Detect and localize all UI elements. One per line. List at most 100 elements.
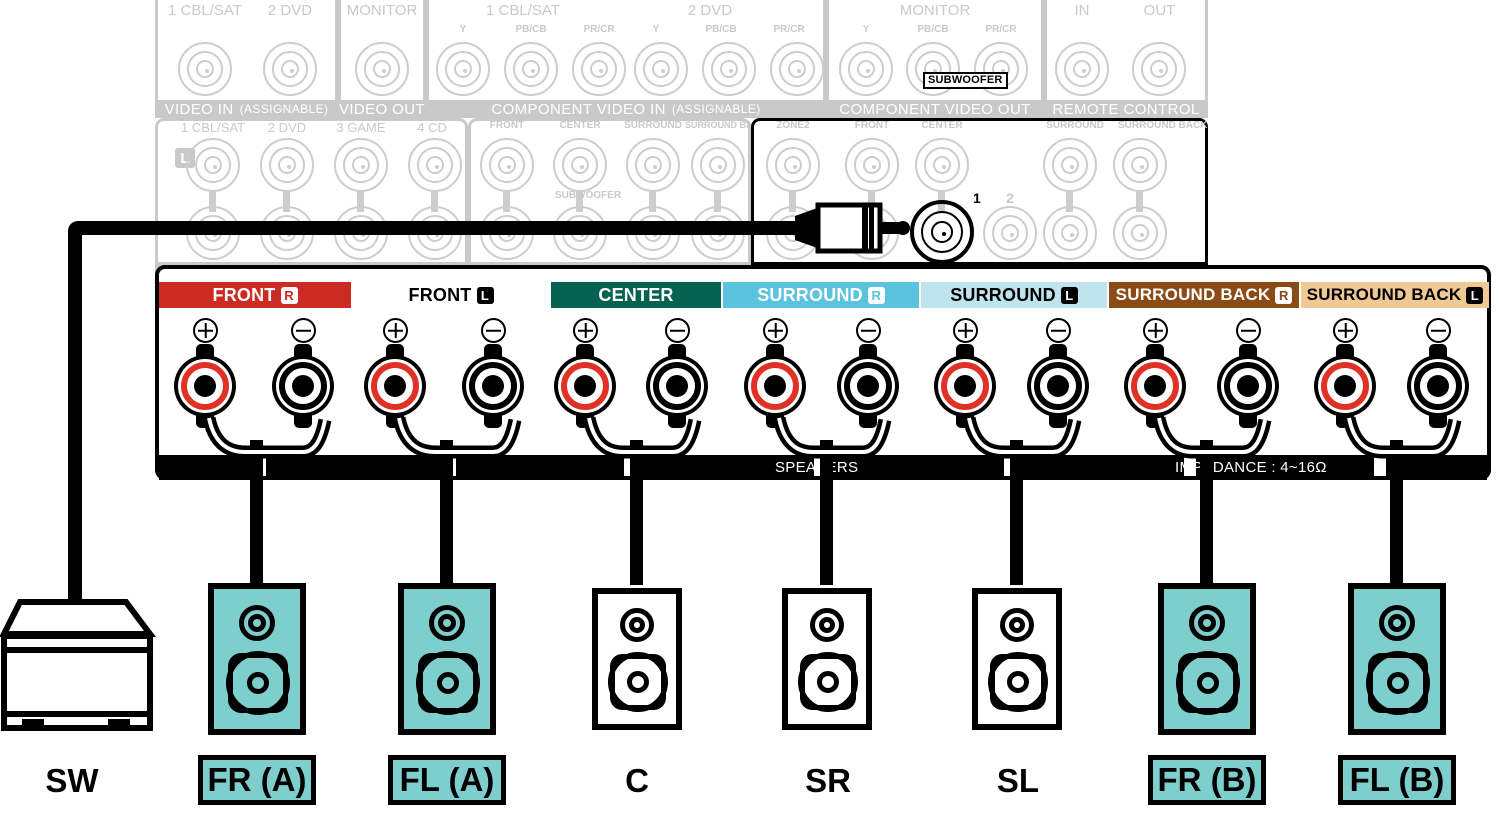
binding-post-center-plus[interactable]	[554, 344, 616, 428]
speakers-bar-label: SPEAKERS	[775, 459, 859, 476]
speaker-fl-a-woofer-dustcap	[437, 672, 459, 694]
terminal-label-front-l: FRONT L	[355, 282, 547, 308]
speaker-c-tweeter-dome	[629, 617, 645, 633]
speaker-sl-tweeter-dome	[1009, 617, 1025, 633]
pre-out-subwoofer-1-jack[interactable]	[910, 200, 974, 264]
pre-out-surround-back-jack-top[interactable]	[1113, 138, 1167, 192]
terminal-name-front-l: FRONT	[408, 284, 472, 305]
ch71-center-jack-top[interactable]	[553, 138, 607, 192]
ch71-surround-label: SURROUND	[624, 120, 682, 131]
binding-post-front-r-plus[interactable]	[174, 344, 236, 428]
terminal-badge-surround-back-l: L	[1466, 286, 1484, 304]
binding-post-surround-back-r-plus[interactable]	[1124, 344, 1186, 428]
speaker-fr-a-tweeter-dome	[248, 614, 266, 632]
pre-out-center-jack[interactable]	[915, 138, 969, 192]
binding-post-surround-r-minus[interactable]	[837, 344, 899, 428]
binding-post-surround-l-plus[interactable]	[934, 344, 996, 428]
ch71-surround-back-jack-top[interactable]	[691, 138, 745, 192]
remote-band-label: REMOTE CONTROL	[1052, 100, 1200, 118]
terminal-badge-surround-back-r: R	[1275, 286, 1293, 304]
polarity-plus-surround-r	[763, 318, 788, 343]
ch71-front-jack-top[interactable]	[480, 138, 534, 192]
pre-out-front-jack-bot[interactable]	[845, 206, 899, 260]
audio-in-jack-4-l[interactable]	[408, 138, 462, 192]
pre-out-surround-jack-top[interactable]	[1043, 138, 1097, 192]
polarity-minus-surround-back-l	[1426, 318, 1451, 343]
pre-out-front-label: FRONT	[854, 120, 890, 131]
component-video-in-band: COMPONENT VIDEO IN (ASSIGNABLE)	[426, 100, 826, 118]
speaker-caption-sw: SW	[45, 762, 99, 799]
cvi-1-y-jack[interactable]	[436, 42, 490, 96]
speaker-fr-b-woofer-dustcap	[1197, 672, 1219, 694]
video-out-monitor-jack[interactable]	[355, 42, 409, 96]
remote-out-label: OUT	[1143, 2, 1176, 19]
speaker-c-woofer-dustcap	[627, 671, 649, 693]
video-out-band-label: VIDEO OUT	[338, 100, 426, 118]
binding-post-center-minus[interactable]	[646, 344, 708, 428]
terminal-name-center: CENTER	[598, 284, 674, 305]
pre-out-front-jack-top[interactable]	[845, 138, 899, 192]
terminal-badge-front-r: R	[280, 286, 298, 304]
cvi-2-pr-jack[interactable]	[770, 42, 824, 96]
terminal-badge-surround-l: L	[1060, 286, 1078, 304]
cvi-band-label: COMPONENT VIDEO IN	[491, 100, 666, 118]
cvo-y-label: Y	[862, 24, 870, 35]
pre-out-subwoofer-num-1: 1	[973, 190, 981, 206]
speaker-fl-a[interactable]	[398, 583, 496, 735]
pre-out-surround-jack-bot[interactable]	[1043, 206, 1097, 260]
ch71-subwoofer-label: SUBWOOFER	[554, 190, 622, 201]
binding-post-front-l-plus[interactable]	[364, 344, 426, 428]
audio-in-jack-2-l[interactable]	[260, 138, 314, 192]
speaker-fl-b-tweeter-dome	[1388, 614, 1406, 632]
video-in-jack-2[interactable]	[263, 42, 317, 96]
video-out-jack-label: MONITOR	[346, 2, 418, 19]
terminal-badge-surround-r: R	[867, 286, 885, 304]
binding-post-front-l-minus[interactable]	[462, 344, 524, 428]
binding-post-surround-back-l-plus[interactable]	[1314, 344, 1376, 428]
video-in-band-label: VIDEO IN	[164, 100, 234, 118]
audio-in-jack-2-label: 2 DVD	[267, 120, 307, 135]
speaker-c[interactable]	[592, 588, 682, 730]
speaker-fl-b[interactable]	[1348, 583, 1446, 735]
speaker-fr-a[interactable]	[208, 583, 306, 735]
pre-out-zone2-jack-top[interactable]	[766, 138, 820, 192]
polarity-plus-surround-back-l	[1333, 318, 1358, 343]
terminal-label-surround-l: SURROUND L	[921, 282, 1107, 308]
video-in-jack-1[interactable]	[178, 42, 232, 96]
remote-out-jack[interactable]	[1132, 42, 1186, 96]
terminal-name-surround-l: SURROUND	[950, 284, 1056, 305]
binding-post-surround-l-minus[interactable]	[1027, 344, 1089, 428]
speaker-caption-fl-b: FL (B)	[1338, 755, 1456, 805]
remote-in-jack[interactable]	[1055, 42, 1109, 96]
pre-out-zone2-label: ZONE2	[776, 120, 810, 131]
speakers-bar-seg-1	[159, 455, 254, 480]
polarity-plus-surround-back-r	[1143, 318, 1168, 343]
cvi-2-pr-label: PR/CR	[773, 24, 805, 35]
audio-in-jack-1-l[interactable]	[186, 138, 240, 192]
pre-out-surround-back-jack-bot[interactable]	[1113, 206, 1167, 260]
cvi-1-pr-jack[interactable]	[572, 42, 626, 96]
binding-post-surround-r-plus[interactable]	[744, 344, 806, 428]
cvo-y-jack[interactable]	[839, 42, 893, 96]
cvi-2-pb-jack[interactable]	[702, 42, 756, 96]
binding-post-surround-back-l-minus[interactable]	[1407, 344, 1469, 428]
subwoofer-body	[0, 599, 156, 731]
speaker-sr[interactable]	[782, 588, 872, 730]
speakers-bar-seg-3	[456, 455, 624, 480]
speaker-caption-sl: SL	[996, 762, 1040, 799]
cable-drop-sr	[820, 440, 833, 585]
speaker-fl-b-woofer-dustcap	[1387, 672, 1409, 694]
terminal-name-surround-back-r: SURROUND BACK	[1115, 285, 1271, 304]
speaker-sl[interactable]	[972, 588, 1062, 730]
cvi-1-pb-jack[interactable]	[504, 42, 558, 96]
pre-out-subwoofer-2-jack[interactable]	[983, 206, 1037, 260]
speaker-fr-b[interactable]	[1158, 583, 1256, 735]
audio-in-jack-3-label: 3 GAME	[336, 120, 386, 135]
ch71-surround-jack-top[interactable]	[626, 138, 680, 192]
binding-post-front-r-minus[interactable]	[272, 344, 334, 428]
cable-drop-sl	[1010, 440, 1023, 585]
cvi-2-y-jack[interactable]	[634, 42, 688, 96]
binding-post-surround-back-r-minus[interactable]	[1217, 344, 1279, 428]
audio-in-jack-3-l[interactable]	[334, 138, 388, 192]
polarity-minus-surround-back-r	[1236, 318, 1261, 343]
